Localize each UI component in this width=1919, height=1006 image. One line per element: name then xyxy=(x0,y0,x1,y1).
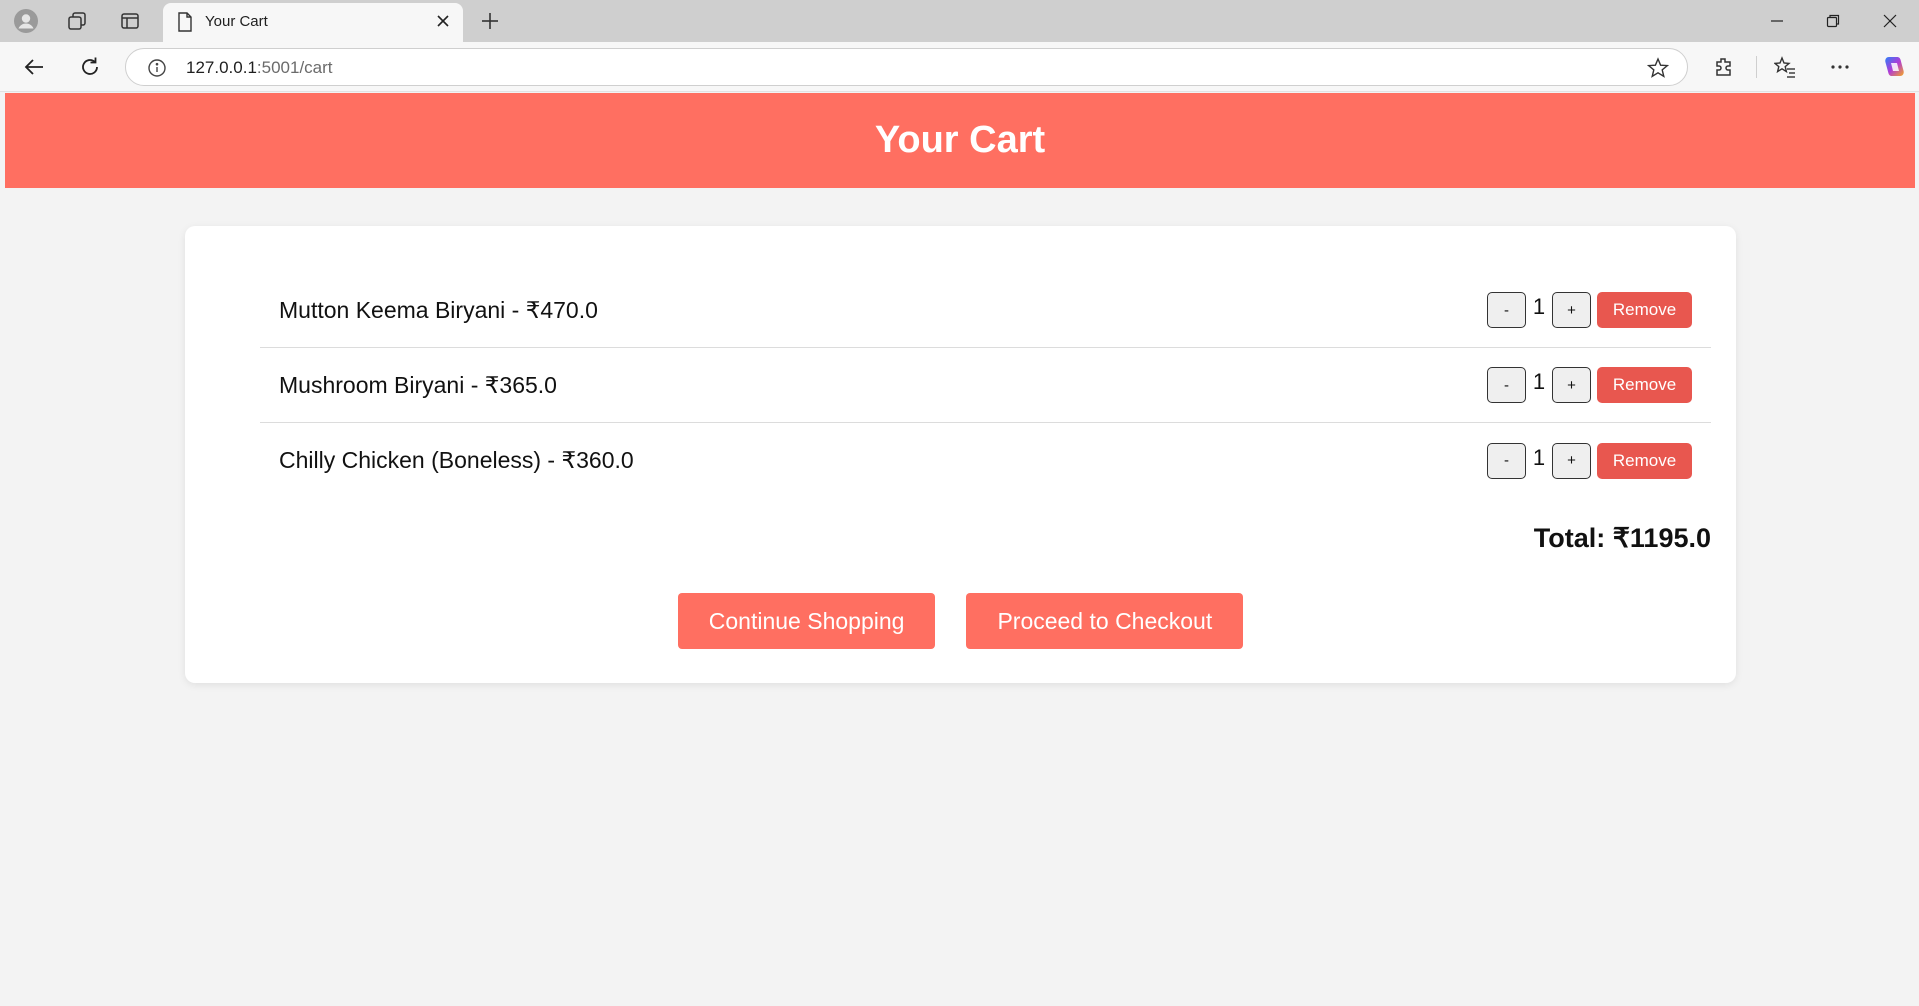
browser-toolbar: 127.0.0.1:5001/cart xyxy=(0,42,1919,92)
decrease-quantity-button[interactable]: - xyxy=(1487,442,1526,479)
restore-icon[interactable] xyxy=(1820,8,1846,34)
decrease-quantity-button[interactable]: - xyxy=(1487,367,1526,403)
favorites-icon[interactable] xyxy=(1771,53,1799,81)
close-window-icon[interactable] xyxy=(1877,8,1903,34)
page-viewport: Your Cart Mutton Keema Biryani - ₹470.0 … xyxy=(5,93,1915,1006)
cart-item-label: Mutton Keema Biryani - ₹470.0 xyxy=(279,296,598,323)
decrease-quantity-button[interactable]: - xyxy=(1487,292,1526,328)
page-header: Your Cart xyxy=(5,93,1915,188)
url-host: 127.0.0.1 xyxy=(186,58,257,77)
page-title: Your Cart xyxy=(874,119,1046,161)
url-path: :5001/cart xyxy=(256,58,333,77)
quantity-controls: - 1 + Remove xyxy=(1487,367,1692,403)
increase-quantity-button[interactable]: + xyxy=(1552,367,1591,403)
toolbar-divider xyxy=(1756,56,1757,78)
checkout-button[interactable]: Proceed to Checkout xyxy=(966,593,1244,649)
increase-quantity-button[interactable]: + xyxy=(1552,442,1591,479)
tab-title: Your Cart xyxy=(205,13,268,30)
quantity-value: 1 xyxy=(1532,444,1546,470)
cart-card: Mutton Keema Biryani - ₹470.0 - 1 + Remo… xyxy=(185,226,1736,683)
cart-item-label: Mushroom Biryani - ₹365.0 xyxy=(279,371,557,398)
url-text: 127.0.0.1:5001/cart xyxy=(186,58,333,78)
cart-total: Total: ₹1195.0 xyxy=(1533,523,1711,553)
address-bar[interactable]: 127.0.0.1:5001/cart xyxy=(125,48,1688,86)
quantity-controls: - 1 + Remove xyxy=(1487,442,1692,479)
increase-quantity-button[interactable]: + xyxy=(1552,292,1591,328)
browser-titlebar: Your Cart xyxy=(0,0,1919,42)
workspaces-icon[interactable] xyxy=(65,9,89,33)
vertical-tabs-icon[interactable] xyxy=(118,9,142,33)
back-icon[interactable] xyxy=(20,53,48,81)
cart-item-label: Chilly Chicken (Boneless) - ₹360.0 xyxy=(279,447,634,473)
continue-shopping-button[interactable]: Continue Shopping xyxy=(677,593,936,649)
new-tab-icon[interactable] xyxy=(478,9,502,33)
remove-item-button[interactable]: Remove xyxy=(1597,292,1692,328)
page-icon xyxy=(177,12,193,37)
profile-icon[interactable] xyxy=(14,9,38,33)
site-info-icon[interactable] xyxy=(146,57,168,79)
cart-item: Chilly Chicken (Boneless) - ₹360.0 - 1 +… xyxy=(260,423,1711,498)
refresh-icon[interactable] xyxy=(76,53,104,81)
quantity-value: 1 xyxy=(1532,294,1546,319)
tab-your-cart[interactable]: Your Cart xyxy=(163,3,463,42)
cart-actions: Continue Shopping Proceed to Checkout xyxy=(185,593,1736,649)
remove-item-button[interactable]: Remove xyxy=(1597,367,1692,403)
extensions-icon[interactable] xyxy=(1710,53,1738,81)
copilot-icon[interactable] xyxy=(1880,53,1908,81)
favorite-star-icon[interactable] xyxy=(1647,57,1669,79)
quantity-controls: - 1 + Remove xyxy=(1487,292,1692,328)
remove-item-button[interactable]: Remove xyxy=(1597,442,1692,479)
cart-item: Mushroom Biryani - ₹365.0 - 1 + Remove xyxy=(260,348,1711,423)
more-options-icon[interactable] xyxy=(1826,53,1854,81)
close-tab-icon[interactable] xyxy=(433,11,453,31)
quantity-value: 1 xyxy=(1532,369,1546,394)
cart-item: Mutton Keema Biryani - ₹470.0 - 1 + Remo… xyxy=(260,273,1711,348)
minimize-icon[interactable] xyxy=(1764,8,1790,34)
